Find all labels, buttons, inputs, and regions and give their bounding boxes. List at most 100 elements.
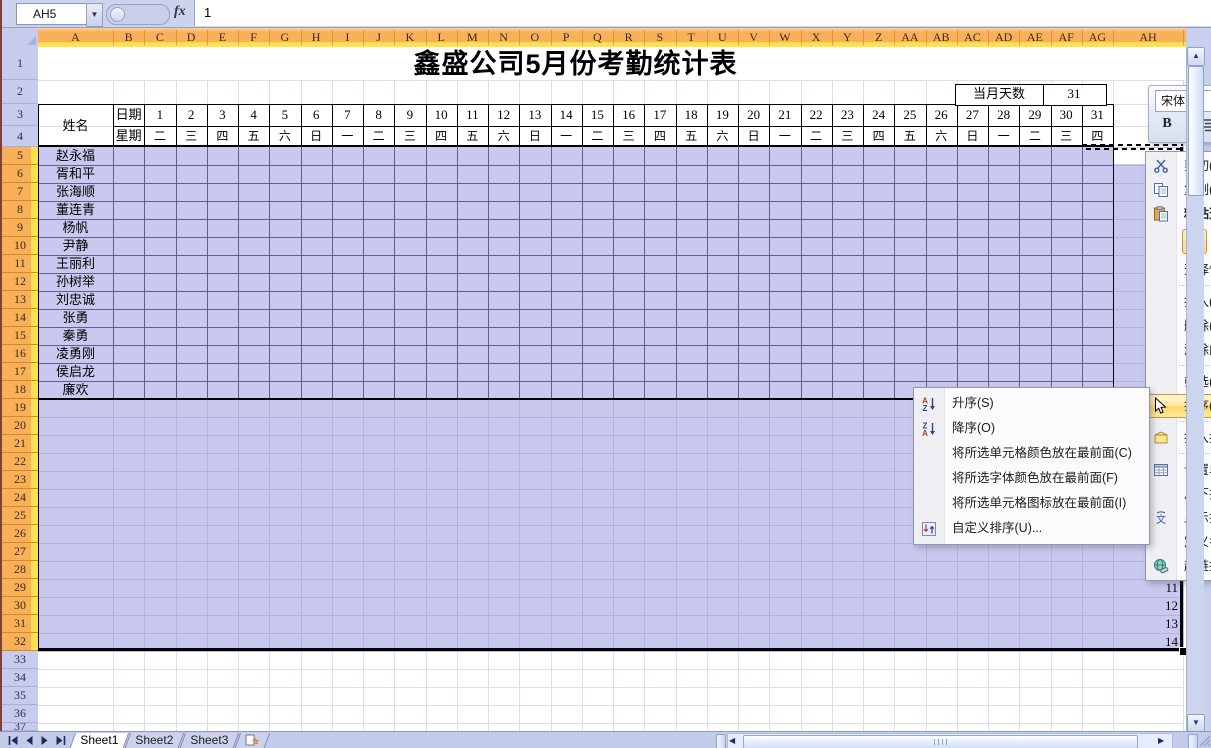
row-header-13[interactable]: 13 [2, 291, 38, 309]
day-header-9[interactable]: 9 [394, 104, 425, 126]
day-header-10[interactable]: 10 [426, 104, 457, 126]
day-header-31[interactable]: 31 [1082, 104, 1113, 126]
row-header-2[interactable]: 2 [2, 80, 39, 104]
day-header-17[interactable]: 17 [644, 104, 675, 126]
day-header-23[interactable]: 23 [832, 104, 863, 126]
tab-scroll-prev-button[interactable] [23, 735, 37, 747]
row-header-31[interactable]: 31 [2, 615, 38, 633]
sort-submenu-item[interactable]: AZ升序(S) [914, 391, 1149, 416]
sheet-title[interactable]: 鑫盛公司5月份考勤统计表 [38, 49, 1113, 79]
row-header-8[interactable]: 8 [2, 201, 38, 219]
day-header-8[interactable]: 8 [363, 104, 394, 126]
day-header-3[interactable]: 3 [207, 104, 238, 126]
row-header-4[interactable]: 4 [2, 126, 39, 147]
tab-split-handle[interactable] [716, 734, 726, 748]
row-header-19[interactable]: 19 [2, 399, 38, 417]
row-header-12[interactable]: 12 [2, 273, 38, 291]
row-header-24[interactable]: 24 [2, 489, 38, 507]
name-cell-8[interactable]: 董连青 [38, 201, 113, 219]
tab-scroll-first-button[interactable] [7, 735, 21, 747]
day-header-7[interactable]: 7 [332, 104, 363, 126]
row-header-20[interactable]: 20 [2, 417, 38, 435]
day-header-26[interactable]: 26 [926, 104, 957, 126]
column-header-AA[interactable]: AA [894, 28, 925, 46]
column-header-F[interactable]: F [238, 28, 269, 46]
row-header-35[interactable]: 35 [2, 687, 39, 705]
insert-function-icon[interactable]: fx [174, 4, 186, 20]
column-header-G[interactable]: G [269, 28, 300, 46]
vertical-scrollbar-thumb[interactable] [1188, 66, 1204, 196]
column-header-Z[interactable]: Z [863, 28, 894, 46]
name-cell-12[interactable]: 孙树举 [38, 273, 113, 291]
cell-AH30[interactable]: 12 [1113, 597, 1178, 615]
row-header-22[interactable]: 22 [2, 453, 38, 471]
row-header-37[interactable]: 37 [2, 723, 39, 731]
row-header-6[interactable]: 6 [2, 165, 38, 183]
name-cell-6[interactable]: 胥和平 [38, 165, 113, 183]
column-header-AE[interactable]: AE [1019, 28, 1050, 46]
day-header-25[interactable]: 25 [894, 104, 925, 126]
month-days-label[interactable]: 当月天数 [955, 84, 1043, 104]
day-header-1[interactable]: 1 [144, 104, 175, 126]
scroll-left-button[interactable]: ◀ [729, 735, 741, 747]
row-header-15[interactable]: 15 [2, 327, 38, 345]
day-header-19[interactable]: 19 [707, 104, 738, 126]
formula-input[interactable]: 1 [194, 0, 1211, 26]
day-header-18[interactable]: 18 [676, 104, 707, 126]
column-header-AF[interactable]: AF [1051, 28, 1082, 46]
column-header-V[interactable]: V [738, 28, 769, 46]
column-header-C[interactable]: C [144, 28, 175, 46]
column-header-L[interactable]: L [426, 28, 457, 46]
row-header-34[interactable]: 34 [2, 669, 39, 687]
cell-AH31[interactable]: 13 [1113, 615, 1178, 633]
column-header-Y[interactable]: Y [832, 28, 863, 46]
day-header-11[interactable]: 11 [457, 104, 488, 126]
day-header-22[interactable]: 22 [801, 104, 832, 126]
name-cell-14[interactable]: 张勇 [38, 309, 113, 327]
column-header-E[interactable]: E [207, 28, 238, 46]
name-cell-16[interactable]: 凌勇刚 [38, 345, 113, 363]
name-cell-5[interactable]: 赵永福 [38, 147, 113, 165]
day-header-28[interactable]: 28 [988, 104, 1019, 126]
column-header-N[interactable]: N [488, 28, 519, 46]
row-header-28[interactable]: 28 [2, 561, 38, 579]
name-cell-9[interactable]: 杨帆 [38, 219, 113, 237]
column-header-K[interactable]: K [394, 28, 425, 46]
cell-AH29[interactable]: 11 [1113, 579, 1178, 597]
row-header-3[interactable]: 3 [2, 104, 39, 126]
day-header-20[interactable]: 20 [738, 104, 769, 126]
sort-submenu-item[interactable]: 将所选字体颜色放在最前面(F) [914, 466, 1149, 491]
row-header-27[interactable]: 27 [2, 543, 38, 561]
day-header-2[interactable]: 2 [176, 104, 207, 126]
column-header-AG[interactable]: AG [1082, 28, 1113, 46]
day-header-6[interactable]: 6 [301, 104, 332, 126]
column-header-AC[interactable]: AC [957, 28, 988, 46]
row-header-25[interactable]: 25 [2, 507, 38, 525]
row-header-18[interactable]: 18 [2, 381, 38, 399]
day-header-24[interactable]: 24 [863, 104, 894, 126]
column-header-X[interactable]: X [801, 28, 832, 46]
row-header-9[interactable]: 9 [2, 219, 38, 237]
tab-scroll-next-button[interactable] [39, 735, 53, 747]
row-header-23[interactable]: 23 [2, 471, 38, 489]
bold-button[interactable]: B [1158, 116, 1176, 132]
header-date-cell[interactable]: 日期 [113, 104, 144, 126]
column-header-T[interactable]: T [676, 28, 707, 46]
day-header-27[interactable]: 27 [957, 104, 988, 126]
row-header-11[interactable]: 11 [2, 255, 38, 273]
horizontal-scrollbar-thumb[interactable] [743, 735, 1138, 748]
scroll-up-button[interactable]: ▲ [1187, 47, 1205, 66]
column-header-AD[interactable]: AD [988, 28, 1019, 46]
name-box-dropdown-icon[interactable]: ▼ [86, 3, 103, 27]
row-header-10[interactable]: 10 [2, 237, 38, 255]
sort-submenu-item[interactable]: 将所选单元格颜色放在最前面(C) [914, 441, 1149, 466]
name-cell-18[interactable]: 廉欢 [38, 381, 113, 399]
day-header-21[interactable]: 21 [769, 104, 800, 126]
window-resize-grip[interactable] [1198, 734, 1211, 748]
row-header-7[interactable]: 7 [2, 183, 38, 201]
day-header-14[interactable]: 14 [551, 104, 582, 126]
column-header-U[interactable]: U [707, 28, 738, 46]
column-header-J[interactable]: J [363, 28, 394, 46]
column-header-I[interactable]: I [332, 28, 363, 46]
column-header-H[interactable]: H [301, 28, 332, 46]
